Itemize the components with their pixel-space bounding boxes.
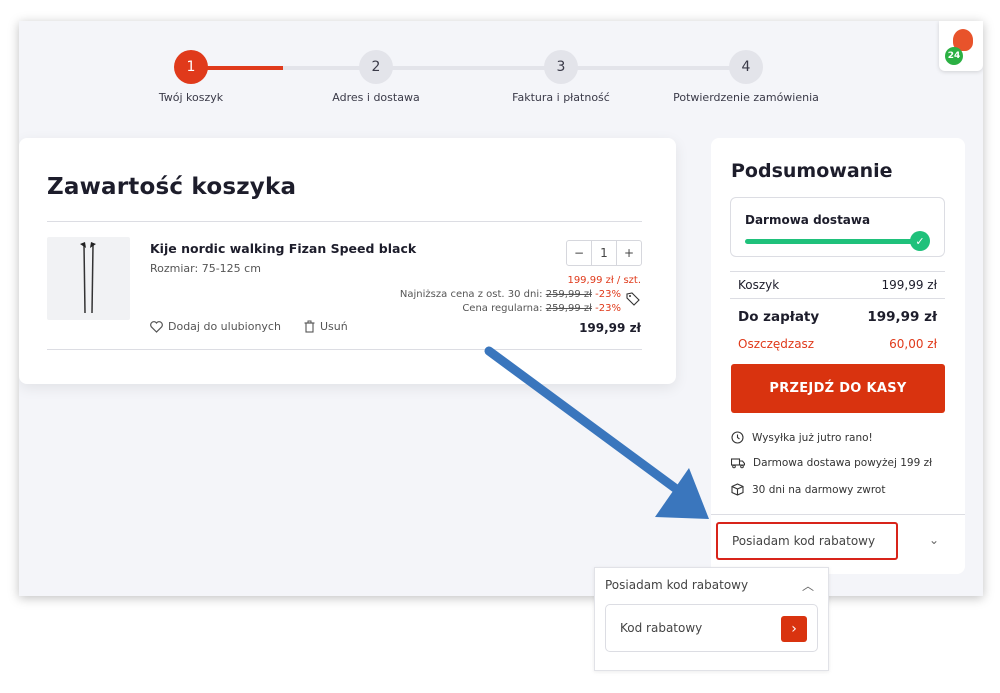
step-number: 3 bbox=[556, 59, 566, 75]
lowest-price-label: Najniższa cena z ost. 30 dni: bbox=[399, 289, 543, 300]
savings-row: Oszczędzasz 60,00 zł bbox=[738, 337, 937, 351]
info-text: Wysyłka już jutro rano! bbox=[752, 431, 873, 444]
product-name[interactable]: Kije nordic walking Fizan Speed black bbox=[150, 241, 416, 256]
free-shipping-progress-bar bbox=[745, 239, 920, 244]
summary-panel: Podsumowanie Darmowa dostawa ✓ Koszyk 19… bbox=[711, 138, 965, 574]
savings-value: 60,00 zł bbox=[889, 337, 937, 351]
cart-total-value: 199,99 zł bbox=[881, 278, 937, 292]
regular-price-discount: -23% bbox=[595, 303, 621, 314]
lowest-price-value: 259,99 zł bbox=[545, 289, 592, 300]
badge-count: 24 bbox=[945, 47, 963, 65]
step-label-address: Adres i dostawa bbox=[332, 91, 420, 104]
box-icon bbox=[731, 483, 744, 496]
discount-code-toggle[interactable]: Posiadam kod rabatowy bbox=[716, 522, 898, 560]
info-row: 30 dni na darmowy zwrot bbox=[731, 483, 885, 496]
popup-header[interactable]: Posiadam kod rabatowy bbox=[605, 578, 748, 592]
clock-icon bbox=[731, 431, 744, 444]
step-2[interactable]: 2 bbox=[359, 50, 393, 84]
stepper-line bbox=[283, 66, 747, 70]
checkout-button[interactable]: PRZEJDŹ DO KASY bbox=[731, 364, 945, 413]
lowest-price-discount: -23% bbox=[595, 289, 621, 300]
unit-price: 199,99 zł / szt. bbox=[567, 275, 641, 286]
savings-label: Oszczędzasz bbox=[738, 337, 815, 351]
quantity-increase-button[interactable]: + bbox=[617, 241, 641, 265]
summary-title: Podsumowanie bbox=[731, 160, 893, 182]
discount-code-input[interactable]: Kod rabatowy bbox=[620, 621, 702, 635]
regular-price-label: Cena regularna: bbox=[462, 303, 543, 314]
trash-icon bbox=[304, 320, 315, 333]
regular-price-value: 259,99 zł bbox=[545, 303, 592, 314]
product-size: Rozmiar: 75-125 cm bbox=[150, 262, 261, 275]
step-4[interactable]: 4 bbox=[729, 50, 763, 84]
apply-code-button[interactable]: › bbox=[781, 616, 807, 642]
heart-icon bbox=[150, 320, 163, 333]
quantity-stepper: − 1 + bbox=[566, 240, 642, 266]
discount-code-popup: Posiadam kod rabatowy ︿ Kod rabatowy › bbox=[594, 567, 829, 671]
to-pay-label: Do zapłaty bbox=[738, 309, 820, 325]
free-shipping-label: Darmowa dostawa bbox=[745, 213, 871, 227]
divider bbox=[711, 514, 965, 515]
regular-price-info: Cena regularna: 259,99 zł -23% bbox=[462, 303, 621, 314]
remove-label: Usuń bbox=[320, 320, 348, 333]
page-frame: 1 2 3 4 Twój koszyk Adres i dostawa Fakt… bbox=[19, 21, 983, 596]
product-image[interactable] bbox=[47, 237, 130, 320]
price-tag-icon[interactable] bbox=[626, 292, 640, 306]
chevron-up-icon[interactable]: ︿ bbox=[802, 577, 814, 594]
step-number: 2 bbox=[371, 59, 381, 75]
add-to-favorites-button[interactable]: Dodaj do ulubionych bbox=[150, 320, 281, 333]
to-pay-value: 199,99 zł bbox=[867, 309, 937, 325]
info-text: Darmowa dostawa powyżej 199 zł bbox=[753, 457, 933, 469]
free-shipping-box: Darmowa dostawa ✓ bbox=[730, 197, 945, 257]
cart-total-label: Koszyk bbox=[738, 278, 780, 292]
info-text: 30 dni na darmowy zwrot bbox=[752, 483, 886, 496]
step-label-cart: Twój koszyk bbox=[158, 91, 224, 104]
info-row: Wysyłka już jutro rano! bbox=[731, 431, 873, 444]
chevron-down-icon[interactable]: ⌄ bbox=[929, 533, 939, 547]
step-label-invoice: Faktura i płatność bbox=[512, 91, 610, 104]
lowest-price-info: Najniższa cena z ost. 30 dni: 259,99 zł … bbox=[400, 289, 621, 300]
quantity-input[interactable]: 1 bbox=[591, 241, 617, 265]
cart-total-row: Koszyk 199,99 zł bbox=[738, 278, 937, 292]
divider bbox=[47, 349, 642, 350]
check-icon: ✓ bbox=[910, 231, 930, 251]
divider bbox=[730, 271, 945, 272]
truck-icon bbox=[731, 458, 745, 469]
step-1[interactable]: 1 bbox=[174, 50, 208, 84]
info-row: Darmowa dostawa powyżej 199 zł bbox=[731, 457, 932, 469]
product-total-price: 199,99 zł bbox=[579, 321, 641, 335]
divider bbox=[47, 221, 642, 222]
step-number: 1 bbox=[186, 59, 196, 75]
cart-title: Zawartość koszyka bbox=[47, 174, 297, 200]
remove-button[interactable]: Usuń bbox=[304, 320, 348, 333]
to-pay-row: Do zapłaty 199,99 zł bbox=[738, 309, 937, 325]
chevron-right-icon: › bbox=[791, 621, 797, 637]
divider bbox=[730, 298, 945, 299]
step-3[interactable]: 3 bbox=[544, 50, 578, 84]
step-label-confirmation: Potwierdzenie zamówienia bbox=[673, 91, 819, 104]
discount-code-field[interactable]: Kod rabatowy › bbox=[605, 604, 818, 652]
nordic-poles-icon bbox=[80, 242, 96, 314]
favorites-label: Dodaj do ulubionych bbox=[168, 320, 281, 333]
cart-panel: Zawartość koszyka Kije nordic walking Fi… bbox=[19, 138, 676, 384]
shop-badge[interactable]: 24 bbox=[939, 21, 983, 71]
quantity-decrease-button[interactable]: − bbox=[567, 241, 591, 265]
step-number: 4 bbox=[741, 59, 751, 75]
